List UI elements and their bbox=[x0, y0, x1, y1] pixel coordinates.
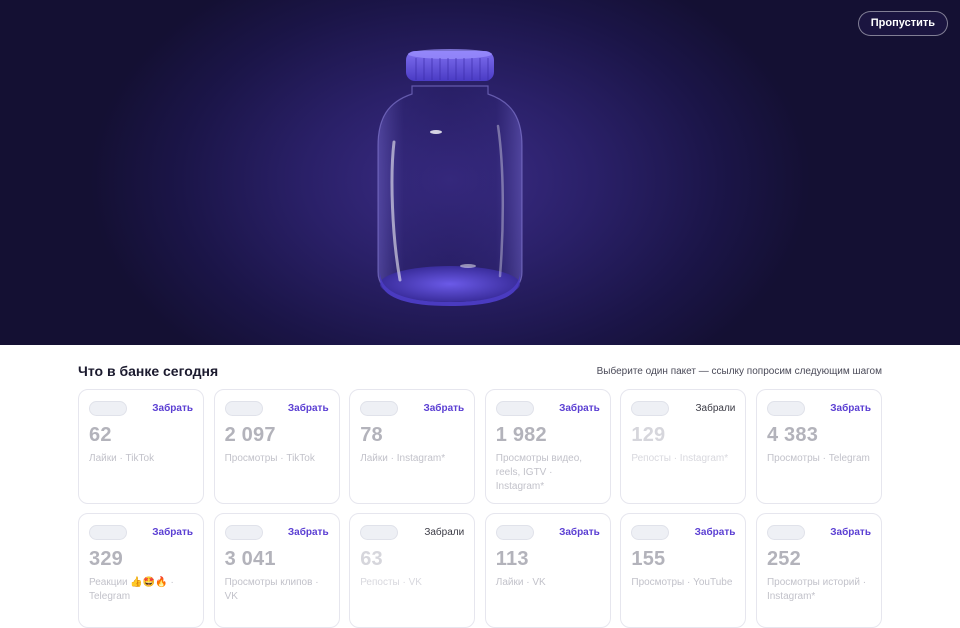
package-label: Лайки · Instagram* bbox=[360, 453, 446, 464]
package-label: Лайки · VK bbox=[495, 577, 546, 588]
package-label: Просмотры · YouTube bbox=[631, 577, 733, 588]
package-label: Просмотры · Telegram bbox=[766, 453, 870, 464]
package-card[interactable]: Забрать 113 Лайки · VK bbox=[484, 513, 611, 628]
package-amount: 252 bbox=[766, 548, 801, 570]
package-label: Лайки · TikTok bbox=[89, 453, 155, 464]
package-amount: 155 bbox=[631, 548, 666, 570]
claim-button[interactable]: Забрать bbox=[559, 403, 600, 414]
placeholder-pill bbox=[89, 525, 127, 540]
jar-image bbox=[377, 49, 523, 306]
package-amount: 62 bbox=[89, 424, 112, 446]
package-label: Просмотры историй · Instagram* bbox=[766, 577, 867, 602]
package-amount: 1 982 bbox=[495, 424, 547, 446]
package-card[interactable]: Забрать 329 Реакции 👍🤩🔥 · Telegram bbox=[78, 513, 204, 628]
package-label: Просмотры · TikTok bbox=[224, 453, 315, 464]
claim-button[interactable]: Забрать bbox=[152, 403, 193, 414]
section-hint: Выберите один пакет — ссылку попросим сл… bbox=[596, 366, 882, 377]
package-card[interactable]: Забрать 62 Лайки · TikTok bbox=[78, 389, 204, 504]
placeholder-pill bbox=[766, 525, 805, 540]
package-amount: 113 bbox=[495, 548, 529, 570]
package-card[interactable]: Забрать 4 383 Просмотры · Telegram bbox=[755, 389, 882, 504]
placeholder-pill bbox=[224, 401, 263, 416]
package-card[interactable]: Забрать 252 Просмотры историй · Instagram* bbox=[755, 513, 882, 628]
package-label: Репосты · VK bbox=[360, 577, 422, 588]
package-card[interactable]: Забрать 155 Просмотры · YouTube bbox=[620, 513, 747, 628]
package-label: Реакции 👍🤩🔥 · Telegram bbox=[89, 577, 174, 602]
package-card[interactable]: Забрать 2 097 Просмотры · TikTok bbox=[213, 389, 340, 504]
package-card[interactable]: Забрать 78 Лайки · Instagram* bbox=[349, 389, 476, 504]
section-title: Что в банке сегодня bbox=[78, 363, 219, 379]
placeholder-pill bbox=[360, 401, 399, 416]
placeholder-pill bbox=[89, 401, 127, 416]
package-label: Репосты · Instagram* bbox=[631, 453, 729, 464]
placeholder-pill bbox=[224, 525, 263, 540]
taken-status: Забрали bbox=[695, 403, 736, 414]
claim-button[interactable]: Забрать bbox=[830, 403, 871, 414]
package-amount: 2 097 bbox=[224, 424, 276, 446]
placeholder-pill bbox=[631, 401, 670, 416]
package-amount: 129 bbox=[631, 424, 666, 446]
claim-button[interactable]: Забрать bbox=[288, 403, 329, 414]
claim-button[interactable]: Забрать bbox=[695, 527, 736, 538]
placeholder-pill bbox=[631, 525, 670, 540]
package-amount: 4 383 bbox=[766, 424, 819, 446]
skip-button[interactable]: Пропустить bbox=[857, 11, 948, 36]
claim-button[interactable]: Забрать bbox=[288, 527, 329, 538]
packages-grid: Забрать 62 Лайки · TikTok Забрать 2 097 Просм… bbox=[78, 389, 882, 628]
package-card[interactable]: Забрать 3 041 Просмотры клипов · VK bbox=[213, 513, 340, 628]
placeholder-pill bbox=[495, 401, 534, 416]
package-label: Просмотры клипов · VK bbox=[224, 577, 319, 602]
placeholder-pill bbox=[360, 525, 399, 540]
package-amount: 329 bbox=[89, 548, 123, 570]
package-card[interactable]: Забрали 129 Репосты · Instagram* bbox=[620, 389, 747, 504]
taken-status: Забрали bbox=[424, 527, 465, 538]
package-amount: 3 041 bbox=[224, 548, 276, 570]
package-label: Просмотры видео, reels, IGTV · Instagram… bbox=[495, 453, 583, 492]
claim-button[interactable]: Забрать bbox=[559, 527, 600, 538]
package-amount: 63 bbox=[360, 548, 383, 570]
package-card[interactable]: Забрали 63 Репосты · VK bbox=[349, 513, 476, 628]
hero-banner: Пропустить bbox=[0, 0, 960, 345]
placeholder-pill bbox=[495, 525, 534, 540]
claim-button[interactable]: Забрать bbox=[423, 403, 464, 414]
claim-button[interactable]: Забрать bbox=[152, 527, 193, 538]
package-amount: 78 bbox=[360, 424, 383, 446]
package-card[interactable]: Забрать 1 982 Просмотры видео, reels, IGTV… bbox=[484, 389, 611, 504]
claim-button[interactable]: Забрать bbox=[830, 527, 871, 538]
placeholder-pill bbox=[766, 401, 805, 416]
